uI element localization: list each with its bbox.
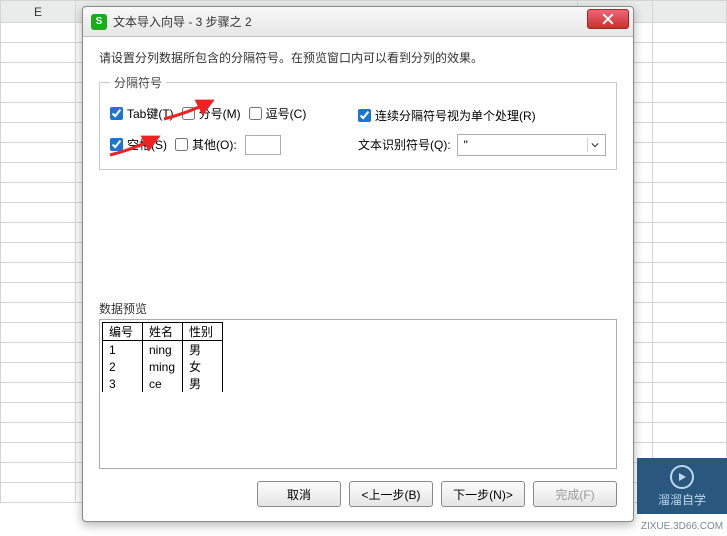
- app-icon: [91, 14, 107, 30]
- column-header-e[interactable]: E: [1, 1, 76, 23]
- delimiters-legend: 分隔符号: [110, 74, 166, 91]
- preview-label: 数据预览: [99, 300, 617, 317]
- chevron-down-icon: [587, 138, 601, 152]
- watermark: 溜溜自学: [637, 458, 727, 514]
- play-icon: [670, 465, 694, 489]
- consecutive-checkbox[interactable]: [358, 109, 371, 122]
- text-qualifier-label: 文本识别符号(Q):: [358, 136, 451, 153]
- next-button[interactable]: 下一步(N)>: [441, 481, 525, 507]
- preview-header-row: 编号 姓名 性别: [103, 323, 223, 341]
- preview-header-cell: 性别: [183, 323, 223, 341]
- consecutive-label: 连续分隔符号视为单个处理(R): [375, 107, 536, 124]
- watermark-url: ZIXUE.3D66.COM: [637, 521, 727, 532]
- preview-row: 1ning男: [103, 341, 223, 359]
- tab-checkbox[interactable]: [110, 107, 123, 120]
- preview-row: 2ming女: [103, 358, 223, 375]
- text-qualifier-value: ": [464, 138, 468, 152]
- preview-header-cell: 姓名: [143, 323, 183, 341]
- other-checkbox[interactable]: [175, 138, 188, 151]
- text-import-wizard-dialog: 文本导入向导 - 3 步骤之 2 请设置分列数据所包含的分隔符号。在预览窗口内可…: [82, 6, 634, 522]
- semicolon-checkbox[interactable]: [182, 107, 195, 120]
- other-input[interactable]: [245, 135, 281, 155]
- back-button[interactable]: <上一步(B): [349, 481, 433, 507]
- space-checkbox[interactable]: [110, 138, 123, 151]
- delimiters-fieldset: 分隔符号 Tab键(T) 分号(M) 逗号(C) 空格(S) 其他(O):: [99, 74, 617, 170]
- semicolon-label: 分号(M): [199, 105, 241, 122]
- close-icon: [602, 13, 614, 25]
- preview-row: 3ce男: [103, 375, 223, 392]
- space-label: 空格(S): [127, 136, 167, 153]
- comma-label: 逗号(C): [266, 105, 307, 122]
- preview-table: 编号 姓名 性别 1ning男 2ming女 3ce男: [102, 322, 223, 392]
- dialog-title: 文本导入向导 - 3 步骤之 2: [113, 13, 252, 30]
- other-label: 其他(O):: [192, 136, 237, 153]
- preview-box[interactable]: 编号 姓名 性别 1ning男 2ming女 3ce男: [99, 319, 617, 469]
- close-button[interactable]: [587, 9, 629, 29]
- preview-header-cell: 编号: [103, 323, 143, 341]
- titlebar[interactable]: 文本导入向导 - 3 步骤之 2: [83, 7, 633, 37]
- watermark-brand: 溜溜自学: [658, 491, 706, 508]
- tab-label: Tab键(T): [127, 105, 174, 122]
- text-qualifier-combo[interactable]: ": [457, 134, 606, 156]
- finish-button[interactable]: 完成(F): [533, 481, 617, 507]
- cancel-button[interactable]: 取消: [257, 481, 341, 507]
- instruction-text: 请设置分列数据所包含的分隔符号。在预览窗口内可以看到分列的效果。: [99, 49, 617, 66]
- comma-checkbox[interactable]: [249, 107, 262, 120]
